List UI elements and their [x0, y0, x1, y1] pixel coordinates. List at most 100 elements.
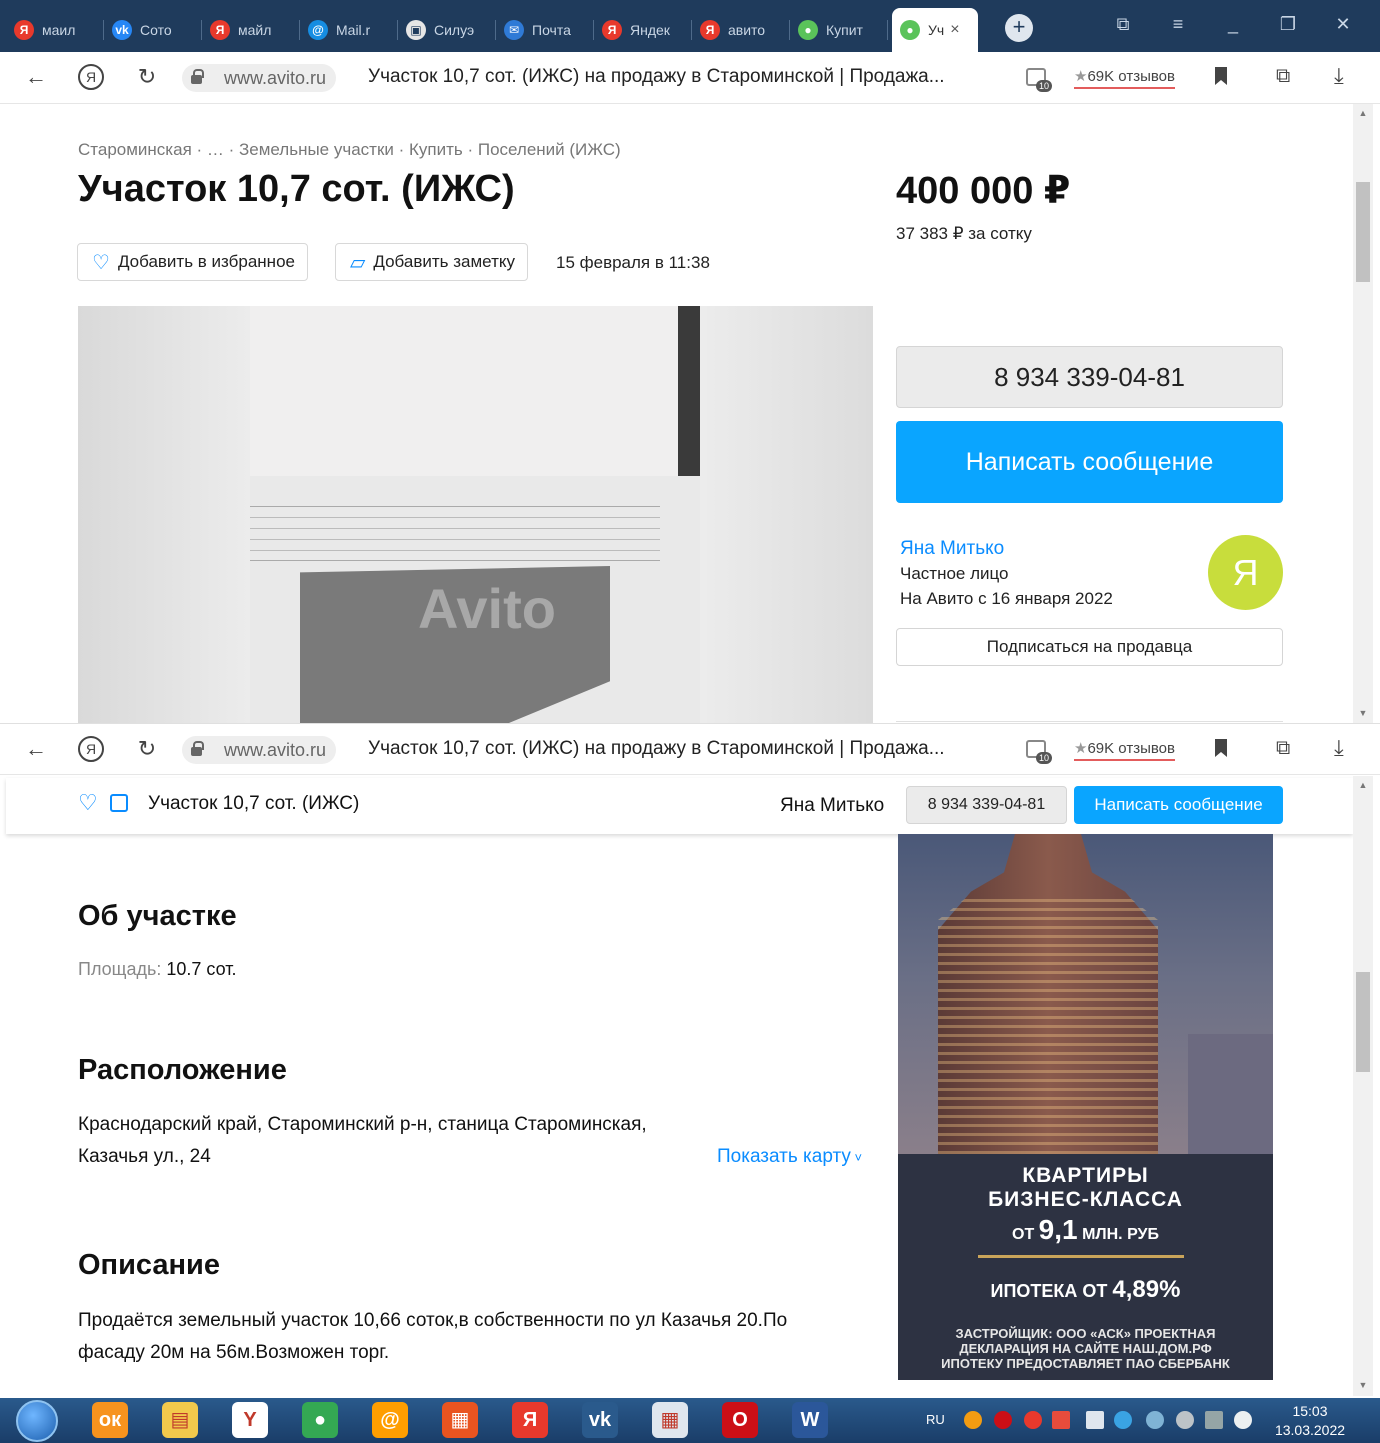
location-heading: Расположение [78, 1054, 287, 1086]
listing-price: 400 000 ₽ [896, 170, 1071, 212]
tray-avast-icon[interactable] [964, 1411, 982, 1429]
collections-icon[interactable]: ⧉ [1108, 14, 1138, 35]
chrome-icon[interactable]: ● [302, 1402, 338, 1438]
tray-display-icon[interactable] [1205, 1411, 1223, 1429]
scroll-down-icon[interactable]: ▼ [1353, 1380, 1373, 1390]
sticky-seller-name[interactable]: Яна Митько [780, 795, 884, 817]
ad-gold-divider [978, 1255, 1184, 1258]
yandex-home-icon[interactable]: Я [78, 736, 104, 762]
tray-volume-icon[interactable] [1234, 1411, 1252, 1429]
extensions-icon[interactable]: ⧉ [1276, 65, 1290, 88]
breadcrumb[interactable]: Староминская · … · Земельные участки · К… [78, 140, 621, 160]
page-title-in-address[interactable]: Участок 10,7 сот. (ИЖС) на продажу в Ста… [368, 738, 945, 760]
add-note-button[interactable]: ▱ Добавить заметку [335, 243, 528, 281]
address-line-1: Краснодарский край, Староминский р-н, ст… [78, 1114, 647, 1135]
show-phone-button[interactable]: 8 934 339-04-81 [896, 346, 1283, 408]
tabs-count-icon[interactable]: 10 [1024, 736, 1052, 764]
tray-arrow-icon[interactable] [1052, 1411, 1070, 1429]
clock[interactable]: 15:03 13.03.2022 [1274, 1402, 1346, 1440]
reviews-link[interactable]: ★69K отзывов [1074, 67, 1175, 89]
star-icon: ★ [1074, 68, 1088, 85]
sticky-message-button[interactable]: Написать сообщение [1074, 786, 1283, 824]
scrollbar[interactable]: ▲ ▼ [1353, 104, 1373, 724]
scroll-down-icon[interactable]: ▼ [1353, 708, 1373, 718]
reload-icon[interactable]: ↻ [133, 64, 161, 90]
browser-tab[interactable]: Яавито [692, 8, 790, 52]
reviews-link[interactable]: ★69K отзывов [1074, 739, 1175, 761]
lock-icon[interactable] [182, 736, 210, 764]
back-icon[interactable]: ← [22, 736, 50, 762]
bookmark-icon[interactable] [1215, 67, 1227, 85]
seller-name-link[interactable]: Яна Митько [900, 538, 1004, 560]
menu-icon[interactable]: ≡ [1163, 14, 1193, 35]
download-icon[interactable]: ⤓ [1334, 63, 1344, 89]
browser-tab[interactable]: Я Яндек [594, 8, 692, 52]
tabs-count-icon[interactable]: 10 [1024, 64, 1052, 92]
language-indicator[interactable]: RU [926, 1412, 945, 1427]
minimize-button[interactable]: _ [1218, 14, 1248, 35]
yandex-browser-icon[interactable]: Y [232, 1402, 268, 1438]
scrollbar[interactable]: ▲ ▼ [1353, 776, 1373, 1396]
browser-tab[interactable]: ✉ Почта [496, 8, 594, 52]
seller-type: Частное лицо [900, 564, 1009, 583]
url-domain[interactable]: www.avito.ru [210, 736, 337, 764]
browser-tab[interactable]: Ямаил [6, 8, 104, 52]
tray-opera-icon[interactable] [994, 1411, 1012, 1429]
download-icon[interactable]: ⤓ [1334, 735, 1344, 761]
calculator-icon[interactable]: ▦ [652, 1402, 688, 1438]
close-window-button[interactable]: ✕ [1328, 14, 1358, 35]
description-line-2: фасаду 20м на 56м.Возможен торг. [78, 1342, 390, 1363]
subscribe-seller-button[interactable]: Подписаться на продавца [896, 628, 1283, 666]
word-icon[interactable]: W [792, 1402, 828, 1438]
odnoklassniki-icon[interactable]: ок [92, 1402, 128, 1438]
url-domain[interactable]: www.avito.ru [210, 64, 337, 92]
seller-avatar[interactable]: Я [1208, 535, 1283, 610]
page-title-in-address[interactable]: Участок 10,7 сот. (ИЖС) на продажу в Ста… [368, 66, 945, 88]
write-message-button[interactable]: Написать сообщение [896, 421, 1283, 503]
close-tab-icon[interactable]: × [950, 21, 959, 39]
browser-tab[interactable]: ● Купит [790, 8, 888, 52]
back-icon[interactable]: ← [22, 64, 50, 90]
restore-button[interactable]: ❐ [1273, 14, 1303, 35]
vk-icon[interactable]: vk [582, 1402, 618, 1438]
browser-tab[interactable]: Ямайл [202, 8, 300, 52]
opera-icon[interactable]: O [722, 1402, 758, 1438]
tray-search-icon[interactable] [1114, 1411, 1132, 1429]
scroll-up-icon[interactable]: ▲ [1353, 108, 1373, 118]
scrollbar-thumb[interactable] [1356, 972, 1370, 1072]
folder-icon[interactable]: ▤ [162, 1402, 198, 1438]
tray-network-icon[interactable] [1146, 1411, 1164, 1429]
yandex-home-icon[interactable]: Я [78, 64, 104, 90]
scrollbar-thumb[interactable] [1356, 182, 1370, 282]
browser-tab[interactable]: @ Mail.r [300, 8, 398, 52]
heart-icon[interactable]: ♡ [78, 790, 98, 816]
photo-background [78, 306, 250, 726]
start-button[interactable] [16, 1400, 58, 1442]
yandex-icon[interactable]: Я [512, 1402, 548, 1438]
mailru-agent-icon[interactable]: @ [372, 1402, 408, 1438]
note-icon[interactable] [110, 794, 128, 812]
avito-icon: ● [900, 20, 920, 40]
tray-yandex-icon[interactable] [1024, 1411, 1042, 1429]
scroll-up-icon[interactable]: ▲ [1353, 780, 1373, 790]
new-tab-button[interactable]: + [1005, 14, 1033, 42]
browser-tab-strip: Ямаил vk Сото Ямайл @ Mail.r ▣ Силуэ ✉ Почта Я Янде… [0, 0, 1380, 52]
browser-tab[interactable]: ▣ Силуэ [398, 8, 496, 52]
show-map-link[interactable]: Показать карту ˅ [717, 1146, 862, 1168]
lock-icon[interactable] [182, 64, 210, 92]
tray-flag-icon[interactable] [1086, 1411, 1104, 1429]
tray-app-icon[interactable] [1176, 1411, 1194, 1429]
listing-photo[interactable]: Avito [78, 306, 873, 726]
reload-icon[interactable]: ↻ [133, 736, 161, 762]
tab-label: маил [42, 22, 76, 38]
active-browser-tab[interactable]: ● Уч × [892, 8, 978, 52]
extensions-icon[interactable]: ⧉ [1276, 737, 1290, 760]
sticky-phone-button[interactable]: 8 934 339-04-81 [906, 786, 1067, 824]
ad-banner[interactable]: КВАРТИРЫ БИЗНЕС-КЛАССА ОТ 9,1 МЛН. РУБ И… [898, 834, 1273, 1380]
chevron-down-icon: ˅ [850, 1150, 863, 1165]
add-to-favorites-button[interactable]: ♡ Добавить в избранное [77, 243, 308, 281]
ad-tower-windows [938, 894, 1158, 1154]
office-icon[interactable]: ▦ [442, 1402, 478, 1438]
bookmark-icon[interactable] [1215, 739, 1227, 757]
browser-tab[interactable]: vk Сото [104, 8, 202, 52]
